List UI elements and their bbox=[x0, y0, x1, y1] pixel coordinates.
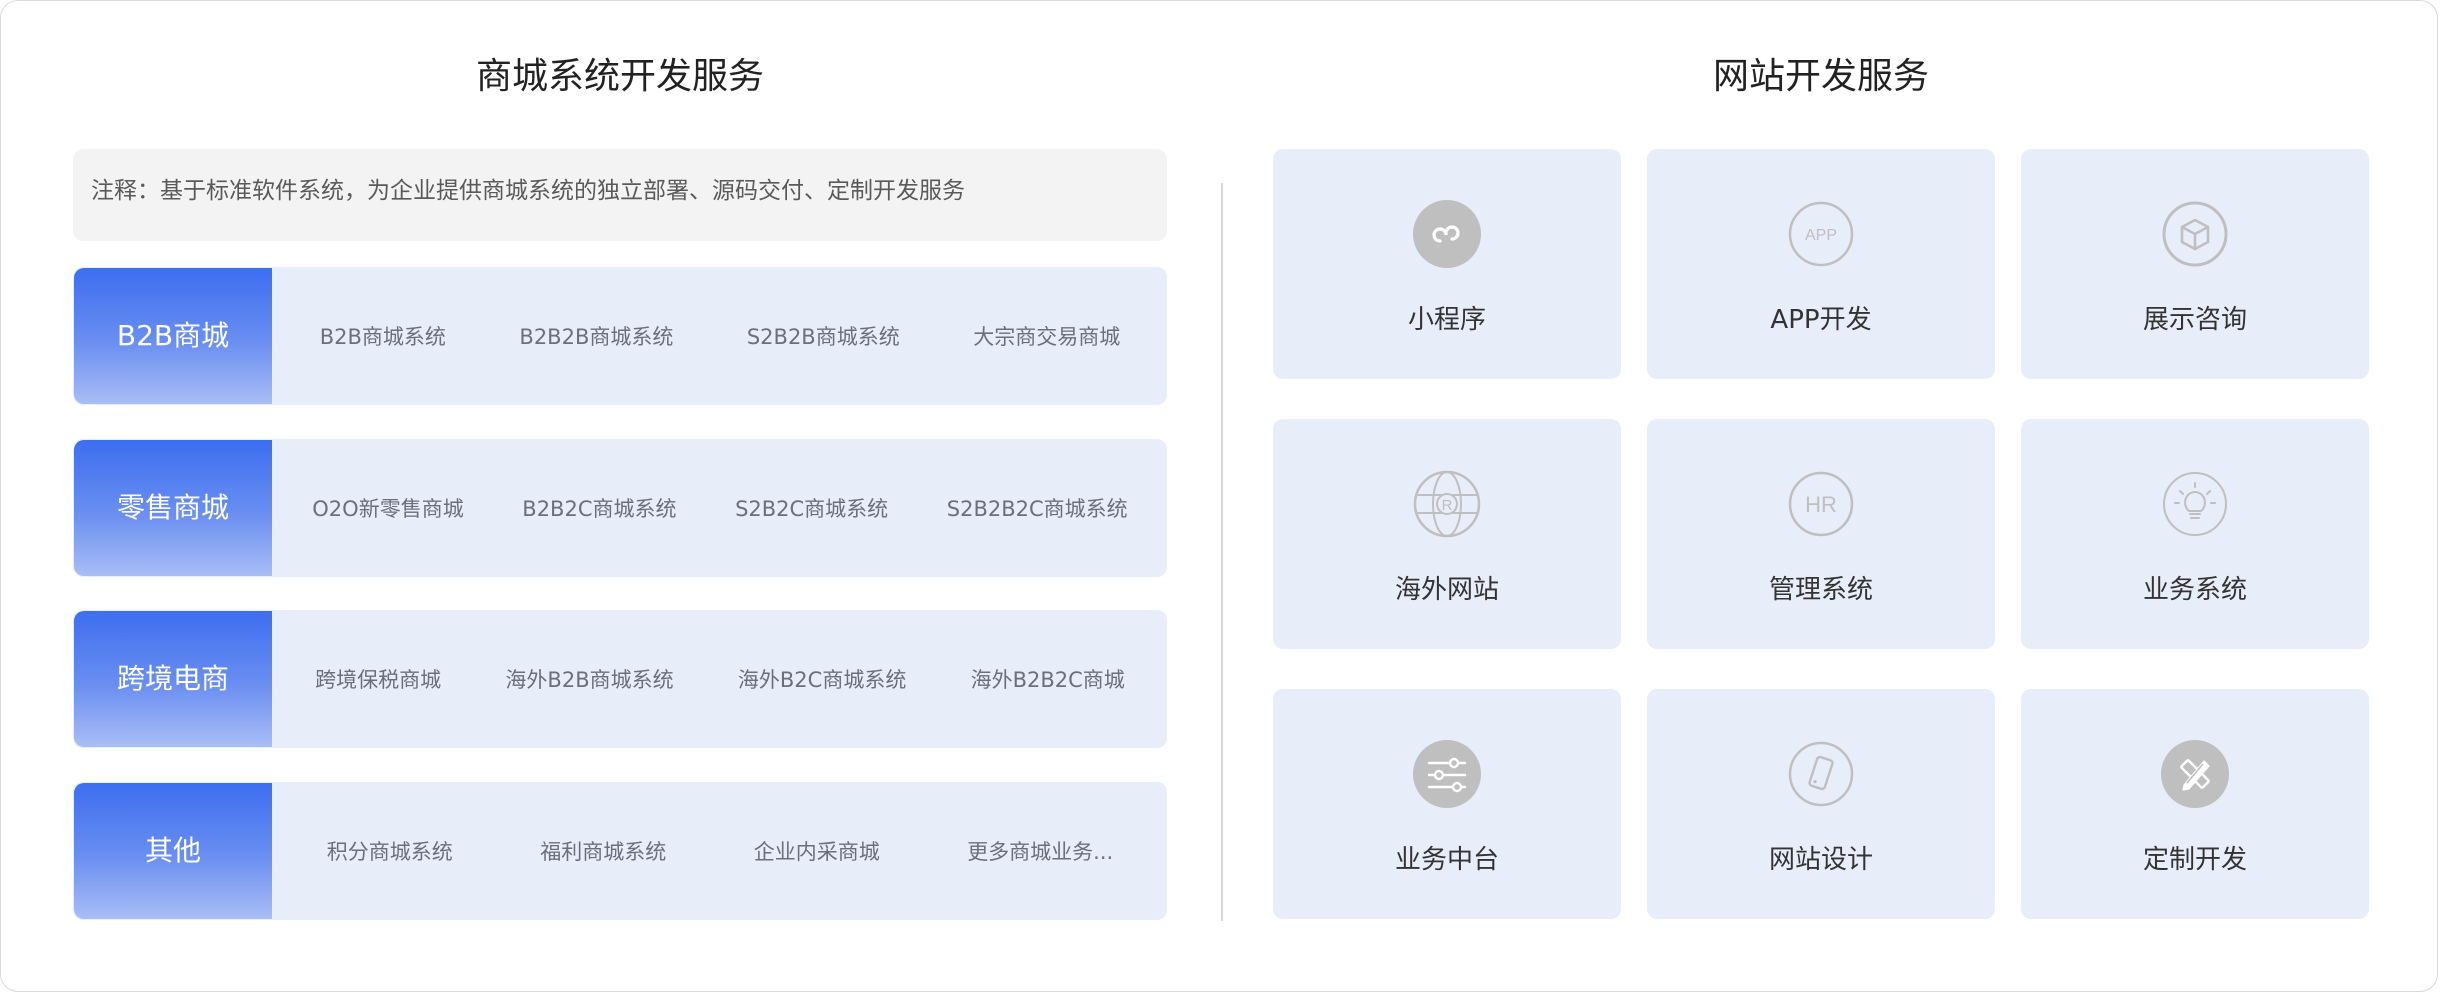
row-head-crossborder[interactable]: 跨境电商 bbox=[74, 611, 272, 747]
row-item[interactable]: O2O新零售商城 bbox=[312, 493, 463, 523]
row-item[interactable]: B2B2B商城系统 bbox=[519, 321, 673, 351]
hr-icon: HR bbox=[1788, 471, 1854, 537]
sliders-icon bbox=[1413, 740, 1481, 808]
row-head-other[interactable]: 其他 bbox=[74, 783, 272, 919]
row-items-other: 积分商城系统 福利商城系统 企业内采商城 更多商城业务... bbox=[273, 782, 1167, 920]
card-label: 业务系统 bbox=[2142, 575, 2247, 605]
card-label: 海外网站 bbox=[1394, 575, 1499, 605]
mall-section-title: 商城系统开发服务 bbox=[475, 56, 764, 97]
mini-program-icon bbox=[1413, 200, 1481, 268]
box-icon bbox=[2162, 201, 2228, 267]
card-label: 定制开发 bbox=[2142, 845, 2247, 875]
card-label: 管理系统 bbox=[1768, 575, 1873, 605]
row-item[interactable]: 跨境保税商城 bbox=[315, 664, 441, 694]
card-custom-dev[interactable]: 定制开发 bbox=[2021, 689, 2369, 919]
row-item[interactable]: S2B2B2C商城系统 bbox=[947, 493, 1128, 523]
card-overseas[interactable]: R 海外网站 bbox=[1273, 419, 1621, 649]
row-item[interactable]: 积分商城系统 bbox=[327, 836, 453, 866]
row-item[interactable]: 福利商城系统 bbox=[540, 836, 666, 866]
card-middle-platform[interactable]: 业务中台 bbox=[1273, 689, 1621, 919]
row-item[interactable]: 企业内采商城 bbox=[754, 836, 880, 866]
row-item[interactable]: S2B2B商城系统 bbox=[747, 321, 900, 351]
row-item[interactable]: 大宗商交易商城 bbox=[973, 321, 1120, 351]
card-mini-program[interactable]: 小程序 bbox=[1273, 149, 1621, 379]
row-item[interactable]: 海外B2C商城系统 bbox=[738, 664, 906, 694]
page-container: 商城系统开发服务 网站开发服务 注释：基于标准软件系统，为企业提供商城系统的独立… bbox=[0, 0, 2438, 992]
card-label: 网站设计 bbox=[1768, 845, 1873, 875]
row-items-retail: O2O新零售商城 B2B2C商城系统 S2B2C商城系统 S2B2B2C商城系统 bbox=[273, 439, 1167, 577]
row-item[interactable]: 更多商城业务... bbox=[967, 836, 1113, 866]
globe-icon: R bbox=[1413, 470, 1481, 538]
row-head-retail[interactable]: 零售商城 bbox=[74, 440, 272, 576]
card-label: 业务中台 bbox=[1394, 845, 1499, 875]
row-item[interactable]: 海外B2B商城系统 bbox=[505, 664, 673, 694]
card-label: APP开发 bbox=[1770, 305, 1872, 335]
mall-row-b2b: B2B商城 B2B商城系统 B2B2B商城系统 S2B2B商城系统 大宗商交易商… bbox=[73, 267, 1167, 405]
card-showcase[interactable]: 展示咨询 bbox=[2021, 149, 2369, 379]
svg-text:HR: HR bbox=[1805, 492, 1837, 517]
row-items-b2b: B2B商城系统 B2B2B商城系统 S2B2B商城系统 大宗商交易商城 bbox=[273, 267, 1167, 405]
website-section-title: 网站开发服务 bbox=[1712, 56, 1929, 97]
ruler-pencil-icon bbox=[2161, 740, 2229, 808]
app-icon: APP bbox=[1788, 201, 1854, 267]
note-text: 注释：基于标准软件系统，为企业提供商城系统的独立部署、源码交付、定制开发服务 bbox=[73, 149, 1167, 241]
card-label: 展示咨询 bbox=[2142, 305, 2247, 335]
row-head-b2b[interactable]: B2B商城 bbox=[74, 268, 272, 404]
card-label: 小程序 bbox=[1407, 305, 1486, 335]
svg-text:R: R bbox=[1442, 497, 1453, 514]
row-items-crossborder: 跨境保税商城 海外B2B商城系统 海外B2C商城系统 海外B2B2C商城 bbox=[273, 610, 1167, 748]
mall-row-crossborder: 跨境电商 跨境保税商城 海外B2B商城系统 海外B2C商城系统 海外B2B2C商… bbox=[73, 610, 1167, 748]
mall-row-retail: 零售商城 O2O新零售商城 B2B2C商城系统 S2B2C商城系统 S2B2B2… bbox=[73, 439, 1167, 577]
row-item[interactable]: B2B商城系统 bbox=[320, 321, 446, 351]
card-management[interactable]: HR 管理系统 bbox=[1647, 419, 1995, 649]
svg-text:APP: APP bbox=[1805, 227, 1837, 244]
phone-icon bbox=[1788, 741, 1854, 807]
row-item[interactable]: B2B2C商城系统 bbox=[522, 493, 676, 523]
lightbulb-icon bbox=[2163, 472, 2227, 536]
card-website-design[interactable]: 网站设计 bbox=[1647, 689, 1995, 919]
card-app[interactable]: APP APP开发 bbox=[1647, 149, 1995, 379]
mall-row-other: 其他 积分商城系统 福利商城系统 企业内采商城 更多商城业务... bbox=[73, 782, 1167, 920]
row-item[interactable]: S2B2C商城系统 bbox=[735, 493, 888, 523]
row-item[interactable]: 海外B2B2C商城 bbox=[971, 664, 1125, 694]
card-business-system[interactable]: 业务系统 bbox=[2021, 419, 2369, 649]
section-divider bbox=[1221, 183, 1223, 921]
